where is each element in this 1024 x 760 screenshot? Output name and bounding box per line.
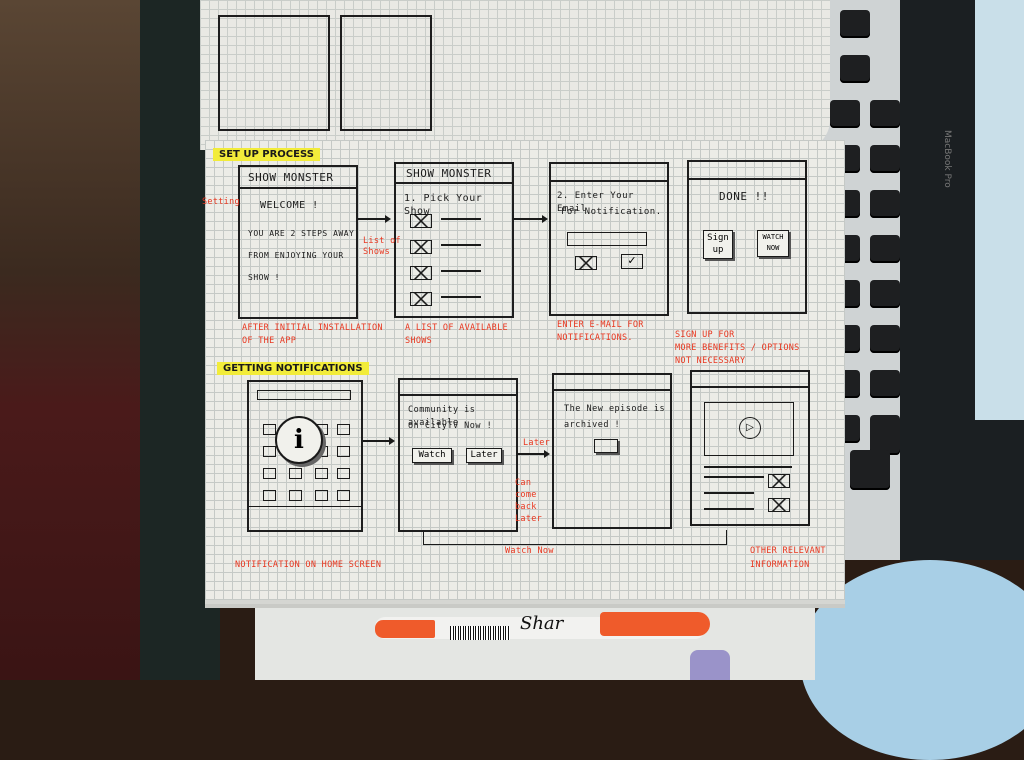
annotation-sign-up-2: MORE BENEFITS / OPTIONS — [675, 343, 800, 353]
flow-arrow — [516, 450, 550, 457]
wireframe-pick-show: SHOW MONSTER 1. Pick Your Show — [394, 162, 514, 318]
archived-text-1: The New episode is — [564, 404, 666, 414]
annotation-come-back-1: Can — [515, 478, 532, 488]
barcode — [450, 626, 510, 640]
marker-brand: Shar — [520, 613, 564, 634]
play-icon[interactable]: ▷ — [739, 417, 761, 439]
annotation-list-available-1: A LIST OF AVAILABLE — [405, 323, 508, 333]
wireframe-video: ▷ — [690, 370, 810, 526]
wireframe-email: 2. Enter Your Email For Notification. ✓ — [549, 162, 669, 316]
cancel-box-icon[interactable] — [575, 256, 597, 270]
wireframe-done: DONE !! Sign up WATCH NOW — [687, 160, 807, 314]
annotation-watch-now: Watch Now — [505, 546, 554, 556]
annotation-list-of-shows-2: Shows — [363, 247, 391, 257]
screen-title: SHOW MONSTER — [406, 167, 492, 180]
annotation-come-back-3: back — [515, 502, 537, 512]
marker-cap — [600, 612, 710, 636]
annotation-setting: Setting — [202, 197, 240, 207]
pen — [690, 650, 730, 680]
flow-arrow — [357, 215, 391, 222]
laptop-label: MacBook Pro — [942, 130, 952, 188]
notebook-page: SET UP PROCESS SHOW MONSTER WELCOME ! YO… — [202, 140, 845, 600]
sketch-frame — [340, 15, 432, 131]
watch-now-button[interactable]: WATCH NOW — [757, 230, 789, 257]
done-text: DONE !! — [719, 190, 769, 203]
sign-up-button[interactable]: Sign up — [703, 230, 733, 259]
laptop-screen — [975, 0, 1024, 420]
later-button[interactable]: Later — [466, 448, 502, 463]
section-heading-setup: SET UP PROCESS — [213, 148, 320, 161]
wireframe-community: Community is available on CityTV Now ! W… — [398, 378, 518, 532]
wireframe-archived: The New episode is archived ! — [552, 373, 672, 529]
annotation-enter-email-1: ENTER E-MAIL FOR — [557, 320, 644, 330]
annotation-later: Later — [523, 438, 551, 448]
annotation-home: NOTIFICATION ON HOME SCREEN — [235, 560, 382, 570]
annotation-other-info-1: OTHER RELEVANT — [750, 546, 826, 556]
flow-arrow — [512, 215, 548, 222]
annotation-after-install-1: AFTER INITIAL INSTALLATION — [242, 323, 383, 333]
welcome-text: WELCOME ! — [260, 200, 319, 211]
annotation-other-info-2: INFORMATION — [750, 560, 810, 570]
annotation-come-back-2: come — [515, 490, 537, 500]
flow-arrow — [363, 437, 395, 444]
annotation-list-available-2: SHOWS — [405, 336, 433, 346]
email-text-2: For Notification. — [561, 207, 662, 217]
annotation-sign-up-3: NOT NECESSARY — [675, 356, 746, 366]
sketch-frame — [218, 15, 330, 131]
archived-text-2: archived ! — [564, 420, 621, 430]
wireframe-home: i — [247, 380, 363, 532]
email-input[interactable] — [567, 232, 647, 246]
annotation-enter-email-2: NOTIFICATIONS. — [557, 333, 633, 343]
info-icon[interactable]: i — [275, 416, 323, 464]
section-heading-notifications: GETTING NOTIFICATIONS — [217, 362, 369, 375]
show-text: SHOW ! — [248, 273, 280, 282]
wireframe-welcome: SHOW MONSTER WELCOME ! YOU ARE 2 STEPS A… — [238, 165, 358, 319]
video-player[interactable]: ▷ — [704, 402, 794, 456]
annotation-sign-up-1: SIGN UP FOR — [675, 330, 735, 340]
enjoy-text: FROM ENJOYING YOUR — [248, 251, 344, 260]
notebook-top-page — [200, 0, 830, 150]
watch-now-path — [423, 530, 727, 545]
watch-button[interactable]: Watch — [412, 448, 452, 463]
community-text-2: on CityTV Now ! — [408, 421, 493, 431]
confirm-check-icon[interactable]: ✓ — [621, 254, 643, 269]
annotation-come-back-4: Later — [515, 514, 543, 524]
marker-end — [375, 620, 435, 638]
screen-title: SHOW MONSTER — [248, 171, 334, 184]
folder-icon[interactable] — [594, 439, 618, 453]
paper-stack — [255, 600, 815, 680]
annotation-list-of-shows-1: List of — [363, 236, 401, 246]
steps-text: YOU ARE 2 STEPS AWAY — [248, 229, 355, 238]
annotation-after-install-2: OF THE APP — [242, 336, 297, 346]
